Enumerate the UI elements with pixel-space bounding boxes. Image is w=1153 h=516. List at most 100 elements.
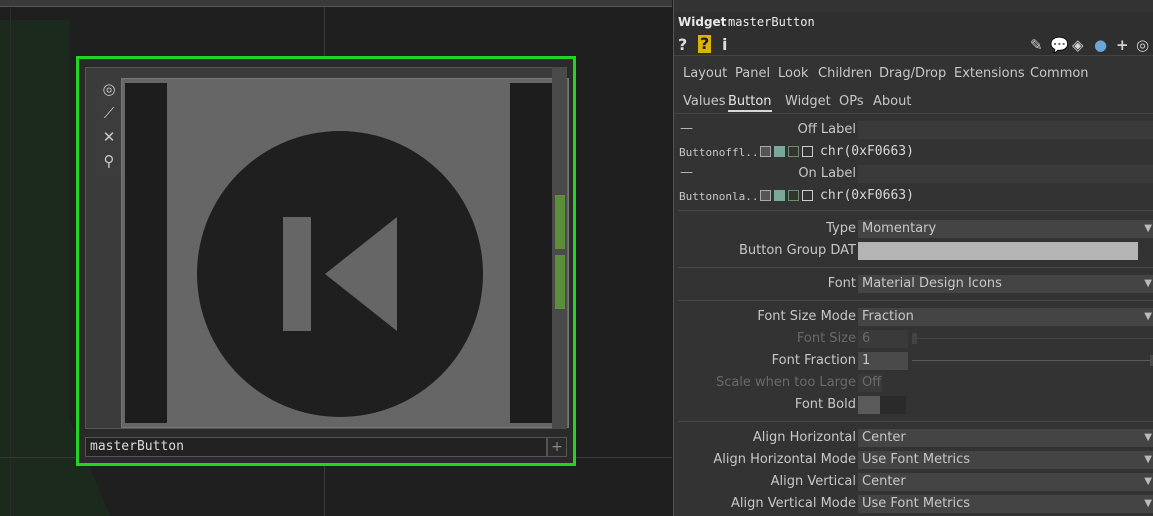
viewer-active-icon[interactable]: ◎	[97, 77, 121, 101]
tab-look[interactable]: Look	[778, 66, 808, 81]
param-font: Font Material Design Icons ▼	[674, 273, 1153, 295]
sequence-name: Buttononla..	[679, 190, 759, 203]
panel-titlebar	[674, 0, 1153, 12]
tab-layout[interactable]: Layout	[683, 66, 727, 81]
font-fraction-field[interactable]: 1	[858, 352, 908, 370]
skip-previous-icon[interactable]	[197, 131, 483, 417]
target-icon[interactable]: ◎	[1136, 36, 1149, 54]
divider	[678, 267, 1153, 268]
tab-extensions[interactable]: Extensions	[954, 66, 1025, 81]
lock-icon[interactable]: ⚲	[97, 149, 121, 173]
divider	[678, 300, 1153, 301]
op-node-masterbutton[interactable]: ◎ ⟋ ✕ ⚲ masterButton +	[76, 56, 576, 466]
bypass-icon[interactable]: ⟋	[97, 101, 121, 125]
param-label: Font Fraction	[771, 353, 856, 368]
param-label: Scale when too Large	[715, 375, 856, 390]
param-button-group-dat: Button Group DAT	[674, 240, 1153, 262]
add-icon[interactable]: +	[1116, 36, 1129, 54]
param-align-horizontal: Align Horizontal Center ▼	[674, 427, 1153, 449]
param-align-horizontal-mode: Align Horizontal Mode Use Font Metrics ▼	[674, 449, 1153, 471]
page-tab-bar: Layout Panel Look Children Drag/Drop Ext…	[674, 62, 1153, 86]
param-label: Type	[826, 221, 856, 236]
eraser-icon[interactable]: ◈	[1072, 36, 1084, 54]
op-name-label[interactable]: masterButton	[728, 15, 815, 29]
tab-common[interactable]: Common	[1030, 66, 1089, 81]
align-vertical-menu[interactable]: Center ▼	[858, 473, 1153, 491]
off-label-field[interactable]	[858, 121, 1153, 139]
font-bold-toggle[interactable]: On	[858, 396, 906, 414]
align-horizontal-mode-menu[interactable]: Use Font Metrics ▼	[858, 451, 1153, 469]
tab-widget[interactable]: Widget	[785, 94, 831, 109]
button-group-dat-field[interactable]	[858, 242, 1138, 260]
param-label: On Label	[798, 166, 856, 181]
panel-header: Widget masterButton	[674, 12, 1153, 34]
comment-icon[interactable]: 💬	[1050, 36, 1069, 54]
tab-values[interactable]: Values	[683, 94, 725, 109]
font-size-field: 6	[858, 330, 908, 348]
collapse-icon[interactable]: —	[680, 121, 693, 136]
network-editor[interactable]: ◎ ⟋ ✕ ⚲ masterButton +	[0, 0, 672, 516]
on-label-field[interactable]	[858, 165, 1153, 183]
param-align-vertical: Align Vertical Center ▼	[674, 471, 1153, 493]
sub-tab-bar: Values Button Widget OPs About	[674, 90, 1153, 114]
dropdown-arrow-icon: ▼	[1144, 311, 1152, 322]
mode-export-icon[interactable]	[788, 146, 799, 157]
viewer-left-bar	[125, 83, 167, 423]
mode-expression-icon[interactable]	[774, 146, 785, 157]
viewer-right-bar	[510, 83, 554, 423]
param-off-label-sequence: Buttonoffl.. chr(0xF0663)	[674, 141, 1153, 163]
font-fraction-slider[interactable]	[912, 360, 1153, 361]
collapse-icon[interactable]: —	[680, 165, 693, 180]
align-vertical-mode-menu[interactable]: Use Font Metrics ▼	[858, 495, 1153, 513]
python-icon[interactable]: ●	[1094, 36, 1107, 54]
dropdown-arrow-icon: ▼	[1144, 454, 1152, 465]
mode-constant-icon[interactable]	[760, 146, 771, 157]
font-menu[interactable]: Material Design Icons ▼	[858, 275, 1153, 293]
mode-bind-icon[interactable]	[802, 146, 813, 157]
param-font-bold: Font Bold On	[674, 394, 1153, 416]
python-help-icon[interactable]: ?	[698, 35, 712, 53]
help-icon[interactable]: ?	[678, 35, 687, 54]
dropdown-arrow-icon: ▼	[1144, 476, 1152, 487]
tab-ops[interactable]: OPs	[839, 94, 864, 109]
tab-about[interactable]: About	[873, 94, 911, 109]
dropdown-arrow-icon: ▼	[1144, 278, 1152, 289]
mode-bind-icon[interactable]	[802, 190, 813, 201]
param-label: Align Vertical	[770, 474, 856, 489]
param-align-vertical-mode: Align Vertical Mode Use Font Metrics ▼	[674, 493, 1153, 515]
dropdown-arrow-icon: ▼	[1144, 432, 1152, 443]
param-label: Align Horizontal Mode	[713, 452, 856, 467]
dropdown-arrow-icon: ▼	[1144, 223, 1152, 234]
param-label: Font Size	[796, 331, 856, 346]
divider	[678, 210, 1153, 211]
expression-value[interactable]: chr(0xF0663)	[820, 188, 914, 203]
dropdown-arrow-icon: ▼	[1144, 498, 1152, 509]
type-menu[interactable]: Momentary ▼	[858, 220, 1153, 238]
op-node-flag	[555, 195, 565, 249]
sequence-name: Buttonoffl..	[679, 146, 759, 159]
op-type-label: Widget	[678, 15, 727, 29]
mode-export-icon[interactable]	[788, 190, 799, 201]
param-scale-when-too-large: Scale when too Large Off	[674, 372, 1153, 394]
info-icon[interactable]: i	[722, 35, 727, 54]
font-size-mode-menu[interactable]: Fraction ▼	[858, 308, 1153, 326]
panel-icon-bar: ? ? i ✎ 💬 ◈ ● + ◎	[674, 34, 1153, 56]
mode-constant-icon[interactable]	[760, 190, 771, 201]
tab-button[interactable]: Button	[728, 94, 772, 112]
tab-drag-drop[interactable]: Drag/Drop	[879, 66, 946, 81]
align-horizontal-menu[interactable]: Center ▼	[858, 429, 1153, 447]
node-add-icon[interactable]: +	[547, 437, 567, 457]
expression-value[interactable]: chr(0xF0663)	[820, 144, 914, 159]
mode-expression-icon[interactable]	[774, 190, 785, 201]
parameter-panel: Widget masterButton ? ? i ✎ 💬 ◈ ● + ◎ La…	[673, 0, 1153, 516]
tab-panel[interactable]: Panel	[735, 66, 770, 81]
close-icon[interactable]: ✕	[97, 125, 121, 149]
edit-icon[interactable]: ✎	[1030, 36, 1043, 54]
param-font-size-mode: Font Size Mode Fraction ▼	[674, 306, 1153, 328]
param-font-size: Font Size 6	[674, 328, 1153, 350]
op-node-flag	[555, 255, 565, 309]
divider	[678, 421, 1153, 422]
op-node-name[interactable]: masterButton	[85, 437, 547, 457]
tab-children[interactable]: Children	[818, 66, 872, 81]
param-label: Font Size Mode	[757, 309, 856, 324]
